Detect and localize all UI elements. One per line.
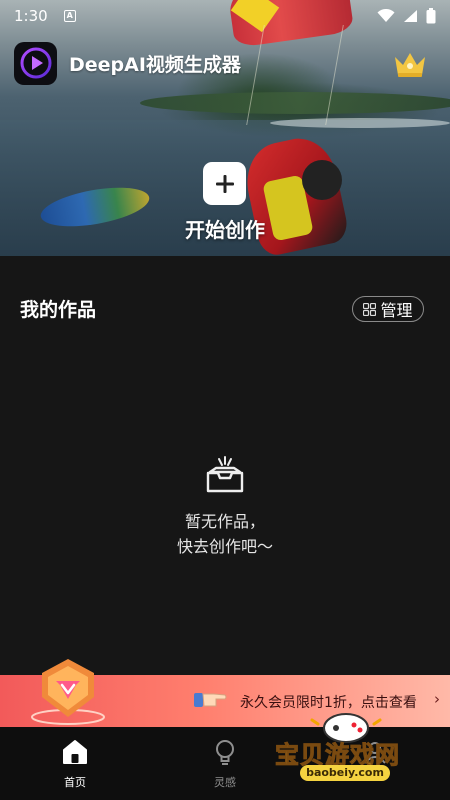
nav-label-home: 首页 xyxy=(64,776,86,789)
hero-helmet xyxy=(302,160,342,200)
battery-icon xyxy=(426,8,436,24)
notification-badge: A xyxy=(63,10,76,22)
status-icons xyxy=(377,8,436,24)
wifi-icon xyxy=(377,9,395,22)
status-bar: 1:30 A xyxy=(0,0,450,32)
create-label[interactable]: 开始创作 xyxy=(0,214,450,243)
empty-message-line2: 快去创作吧～ xyxy=(176,537,273,556)
lightbulb-icon xyxy=(216,740,234,765)
app-title: DeepAI视频生成器 xyxy=(69,53,241,76)
vip-crown-button[interactable] xyxy=(392,47,428,81)
app-header: DeepAI视频生成器 xyxy=(14,41,241,85)
diamond-badge-icon xyxy=(31,659,105,725)
manage-button[interactable]: 管理 xyxy=(352,296,424,322)
works-section-title: 我的作品 xyxy=(20,299,97,321)
promo-arrow-icon[interactable]: › xyxy=(434,690,440,708)
crown-icon xyxy=(395,53,425,77)
manage-label: 管理 xyxy=(380,301,413,320)
plus-icon xyxy=(215,174,234,193)
empty-inbox-icon xyxy=(206,456,244,493)
signal-icon xyxy=(404,10,417,22)
empty-message-line1: 暂无作品， xyxy=(184,512,265,531)
pointing-hand-icon xyxy=(194,693,227,707)
nav-item-home[interactable]: 首页 xyxy=(0,727,150,800)
status-time: 1:30 xyxy=(14,7,48,25)
watermark-url: baobeiy.com xyxy=(300,765,390,781)
home-icon xyxy=(63,740,87,764)
play-logo-icon xyxy=(14,41,57,85)
grid-icon xyxy=(363,302,377,316)
create-button[interactable] xyxy=(203,162,246,205)
nav-label-inspiration: 灵感 xyxy=(214,776,236,789)
